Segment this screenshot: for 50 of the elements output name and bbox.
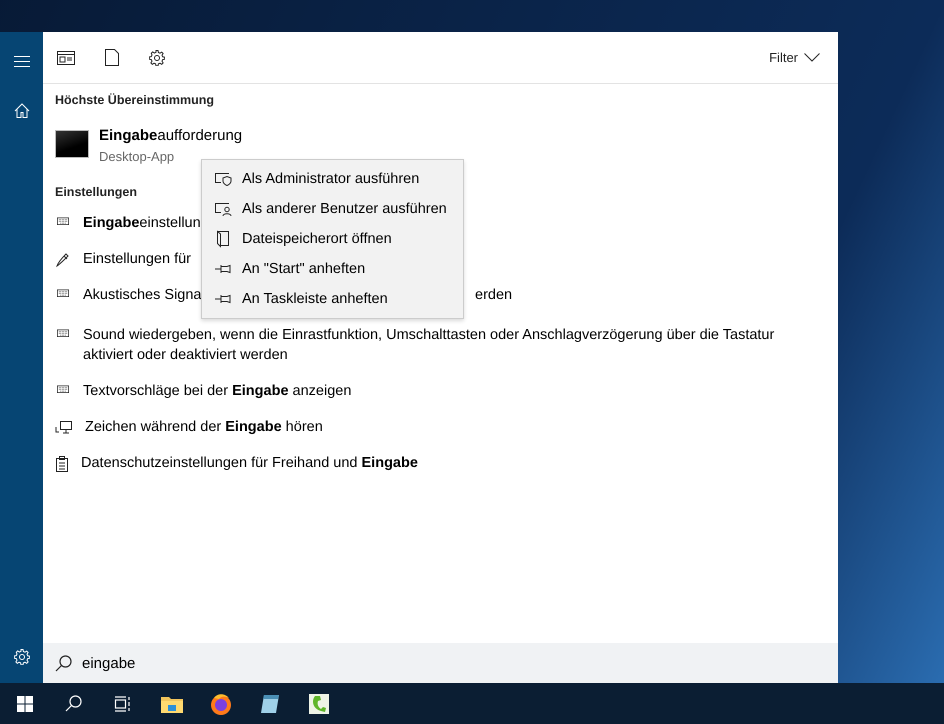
settings-icon <box>149 50 165 66</box>
clipboard-icon <box>55 456 69 472</box>
documents-filter-button[interactable] <box>103 47 121 68</box>
keyboard-icon <box>55 288 71 300</box>
phone-icon <box>308 692 330 714</box>
search-icon <box>65 695 82 712</box>
menu-item[interactable]: Als Administrator ausführen <box>202 164 463 194</box>
setting-result[interactable]: Einstellungen für <box>83 249 192 269</box>
task-view-icon <box>114 696 131 712</box>
window-shield-icon <box>214 171 232 187</box>
notepad-icon <box>258 692 280 714</box>
setting-result[interactable]: Eingabeeinstellun <box>83 213 201 233</box>
menu-item[interactable]: Als anderer Benutzer ausführen <box>202 194 463 224</box>
menu-item[interactable]: An "Start" anheften <box>202 254 463 284</box>
section-heading: Höchste Übereinstimmung <box>55 93 216 107</box>
setting-result[interactable]: erden <box>475 285 512 305</box>
browser-globe-icon <box>208 692 232 716</box>
terminal-icon <box>55 130 89 158</box>
settings-filter-button[interactable] <box>147 48 167 68</box>
home-icon <box>14 103 30 118</box>
folder-icon <box>214 230 232 248</box>
chevron-down-icon <box>804 53 820 62</box>
pin-icon <box>214 263 232 275</box>
document-icon <box>105 49 119 66</box>
pin-icon <box>214 293 232 305</box>
pen-icon <box>55 252 71 268</box>
window-user-icon <box>214 201 232 217</box>
setting-result[interactable]: Zeichen während der Eingabe hören <box>85 417 323 437</box>
filter-dropdown[interactable]: Filter <box>763 49 826 66</box>
menu-item[interactable]: Dateispeicherort öffnen <box>202 224 463 254</box>
setting-result[interactable]: Sound wiedergeben, wenn die Einrastfunktion, Umschalttasten oder Anschlagverzögerung über die Tastatur aktiviert oder deaktiviert werden <box>83 325 813 365</box>
result-subtitle: Desktop-App <box>99 149 176 164</box>
monitor-icon <box>55 420 73 436</box>
search-field[interactable]: eingabe <box>82 643 838 683</box>
menu-icon <box>14 56 30 67</box>
search-icon <box>55 654 72 672</box>
folder-icon <box>160 694 182 712</box>
keyboard-icon <box>55 384 71 396</box>
menu-item[interactable]: An Taskleiste anheften <box>202 284 463 314</box>
keyboard-icon <box>55 216 71 228</box>
section-heading: Einstellungen <box>55 185 138 199</box>
setting-result[interactable]: Akustisches Signa <box>83 287 202 303</box>
setting-result[interactable]: Datenschutzeinstellungen für Freihand und Eingabe <box>81 453 418 473</box>
settings-icon <box>14 649 30 665</box>
app-window-icon <box>57 50 75 64</box>
setting-result[interactable]: Textvorschläge bei der Eingabe anzeigen <box>83 381 352 401</box>
keyboard-icon <box>55 328 71 340</box>
apps-filter-button[interactable] <box>55 48 77 66</box>
windows-logo-icon <box>16 696 32 712</box>
result-title[interactable]: Eingabeaufforderung <box>99 127 242 144</box>
